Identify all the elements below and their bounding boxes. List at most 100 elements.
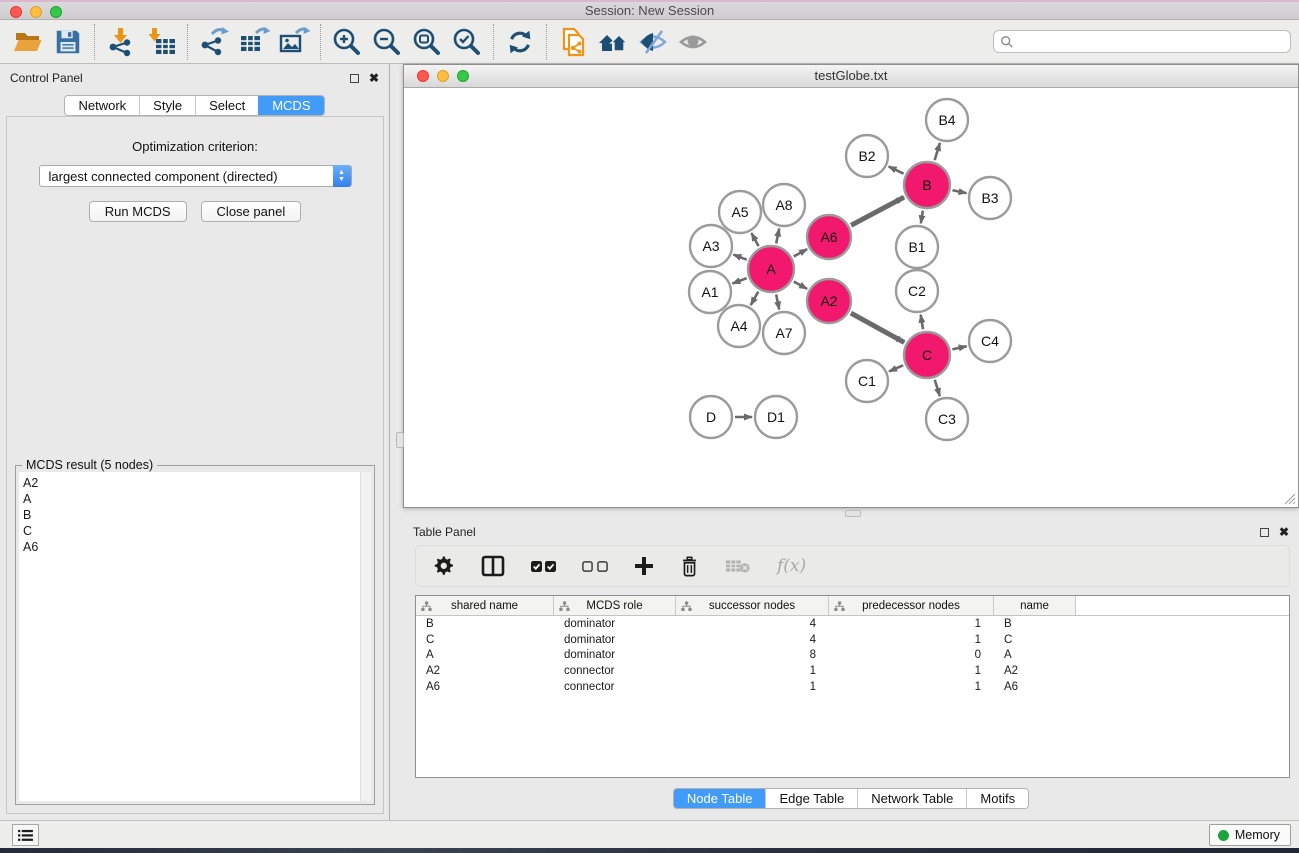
- edge-A-A7[interactable]: [776, 294, 779, 309]
- edge-A6-B[interactable]: [851, 197, 904, 225]
- export-table-icon[interactable]: [234, 23, 274, 61]
- table-cell[interactable]: 4: [676, 618, 829, 630]
- table-cell[interactable]: B: [416, 618, 554, 630]
- new-network-from-selection-icon[interactable]: [553, 23, 593, 61]
- search-box[interactable]: [993, 30, 1291, 53]
- tab-select[interactable]: Select: [195, 96, 258, 115]
- mcds-result-item[interactable]: A6: [23, 539, 371, 555]
- edge-A2-C[interactable]: [851, 313, 904, 342]
- table-row[interactable]: A6connector11A6: [416, 679, 1289, 695]
- zoom-selected-icon[interactable]: [447, 23, 487, 61]
- edge-A-A3[interactable]: [733, 255, 746, 260]
- table-cell[interactable]: A6: [994, 681, 1076, 693]
- tab-network-table[interactable]: Network Table: [857, 789, 966, 808]
- search-input[interactable]: [1014, 35, 1284, 49]
- table-cell[interactable]: A2: [416, 665, 554, 677]
- run-mcds-button[interactable]: Run MCDS: [89, 201, 187, 222]
- table-cell[interactable]: 1: [676, 665, 829, 677]
- table-row[interactable]: Cdominator41C: [416, 632, 1289, 648]
- tab-network[interactable]: Network: [65, 96, 139, 115]
- table-row[interactable]: A2connector11A2: [416, 663, 1289, 679]
- open-session-icon[interactable]: [8, 23, 48, 61]
- mcds-result-scrollbar[interactable]: [360, 472, 371, 801]
- gear-icon[interactable]: [434, 556, 455, 577]
- minimize-window-icon[interactable]: [30, 6, 42, 18]
- edge-A-A5[interactable]: [751, 233, 758, 246]
- import-table-icon[interactable]: [141, 23, 181, 61]
- trash-icon[interactable]: [680, 555, 699, 577]
- node-table[interactable]: shared nameMCDS rolesuccessor nodesprede…: [415, 595, 1290, 778]
- tab-edge-table[interactable]: Edge Table: [765, 789, 857, 808]
- zoom-fit-icon[interactable]: [407, 23, 447, 61]
- mcds-result-item[interactable]: C: [23, 523, 371, 539]
- columns-icon[interactable]: [481, 555, 505, 577]
- table-cell[interactable]: A6: [416, 681, 554, 693]
- column-header-successor-nodes[interactable]: successor nodes: [676, 596, 829, 615]
- tab-motifs[interactable]: Motifs: [966, 789, 1028, 808]
- edge-A-A1[interactable]: [732, 278, 746, 283]
- mcds-result-list[interactable]: A2ABCA6: [19, 472, 371, 801]
- hide-selected-icon[interactable]: [633, 23, 673, 61]
- vertical-splitter-handle[interactable]: [396, 432, 404, 448]
- edge-C-C1[interactable]: [889, 365, 903, 371]
- criterion-dropdown[interactable]: largest connected component (directed) ▲…: [39, 165, 352, 187]
- import-network-icon[interactable]: [101, 23, 141, 61]
- mcds-result-item[interactable]: B: [23, 507, 371, 523]
- table-cell[interactable]: 1: [676, 681, 829, 693]
- export-network-icon[interactable]: [194, 23, 234, 61]
- network-close-icon[interactable]: [417, 70, 429, 82]
- table-row[interactable]: Adominator80A: [416, 647, 1289, 663]
- network-minimize-icon[interactable]: [437, 70, 449, 82]
- edge-C-C3[interactable]: [935, 380, 940, 396]
- close-table-panel-icon[interactable]: ✖: [1279, 527, 1289, 537]
- table-cell[interactable]: 1: [829, 634, 994, 646]
- edge-C-C2[interactable]: [921, 315, 923, 330]
- edge-B-B4[interactable]: [935, 143, 940, 160]
- table-cell[interactable]: 0: [829, 649, 994, 661]
- edge-A-A4[interactable]: [751, 292, 759, 305]
- resize-grip-icon[interactable]: [1283, 492, 1296, 505]
- edge-B-B3[interactable]: [952, 190, 966, 193]
- edge-A-A6[interactable]: [794, 249, 807, 256]
- table-cell[interactable]: dominator: [554, 618, 676, 630]
- export-image-icon[interactable]: [274, 23, 314, 61]
- network-window-titlebar[interactable]: testGlobe.txt: [404, 65, 1298, 88]
- table-cell[interactable]: C: [416, 634, 554, 646]
- close-panel-button[interactable]: Close panel: [201, 201, 302, 222]
- deselect-all-icon[interactable]: [582, 561, 608, 572]
- network-graph[interactable]: B4B2BB3A8A5A6A3B1AA1C2A2A4A7C4CC1C3DD1: [404, 88, 1298, 507]
- refresh-icon[interactable]: [500, 23, 540, 61]
- table-cell[interactable]: A2: [994, 665, 1076, 677]
- zoom-out-icon[interactable]: [367, 23, 407, 61]
- table-row[interactable]: Bdominator41B: [416, 616, 1289, 632]
- task-history-button[interactable]: [12, 824, 39, 846]
- table-cell[interactable]: dominator: [554, 649, 676, 661]
- mcds-result-item[interactable]: A2: [23, 475, 371, 491]
- network-canvas[interactable]: B4B2BB3A8A5A6A3B1AA1C2A2A4A7C4CC1C3DD1: [404, 88, 1298, 507]
- zoom-in-icon[interactable]: [327, 23, 367, 61]
- edge-A-A8[interactable]: [776, 229, 779, 244]
- close-panel-icon[interactable]: ✖: [369, 73, 379, 83]
- first-neighbors-icon[interactable]: [593, 23, 633, 61]
- edge-B-B2[interactable]: [889, 166, 904, 173]
- table-cell[interactable]: dominator: [554, 634, 676, 646]
- float-panel-icon[interactable]: [350, 74, 359, 83]
- table-cell[interactable]: 1: [829, 665, 994, 677]
- table-cell[interactable]: B: [994, 618, 1076, 630]
- zoom-window-icon[interactable]: [50, 6, 62, 18]
- table-cell[interactable]: connector: [554, 665, 676, 677]
- tab-node-table[interactable]: Node Table: [674, 789, 766, 808]
- column-header-shared-name[interactable]: shared name: [416, 596, 554, 615]
- mcds-result-item[interactable]: A: [23, 491, 371, 507]
- column-header-name[interactable]: name: [994, 596, 1076, 615]
- show-all-icon[interactable]: [673, 23, 713, 61]
- table-cell[interactable]: 4: [676, 634, 829, 646]
- tab-mcds[interactable]: MCDS: [258, 96, 323, 115]
- save-session-icon[interactable]: [48, 23, 88, 61]
- float-table-panel-icon[interactable]: [1260, 528, 1269, 537]
- table-cell[interactable]: connector: [554, 681, 676, 693]
- table-cell[interactable]: 1: [829, 681, 994, 693]
- table-cell[interactable]: A: [994, 649, 1076, 661]
- table-cell[interactable]: C: [994, 634, 1076, 646]
- close-window-icon[interactable]: [10, 6, 22, 18]
